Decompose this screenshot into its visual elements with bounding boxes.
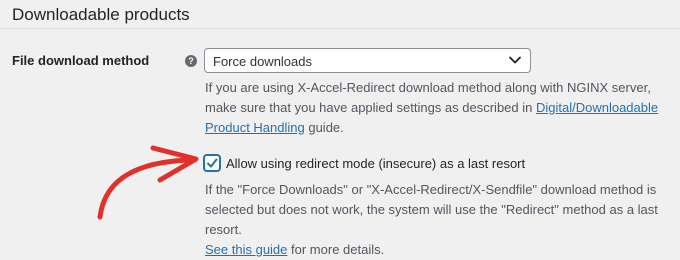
- redirect-fallback-checkbox[interactable]: [204, 155, 220, 171]
- redirect-fallback-description: If the "Force Downloads" or "X-Accel-Red…: [205, 180, 675, 260]
- redirect-fallback-description-text: If the "Force Downloads" or "X-Accel-Red…: [205, 182, 658, 237]
- checkmark-icon: [207, 158, 218, 168]
- redirect-fallback-label[interactable]: Allow using redirect mode (insecure) as …: [226, 156, 525, 171]
